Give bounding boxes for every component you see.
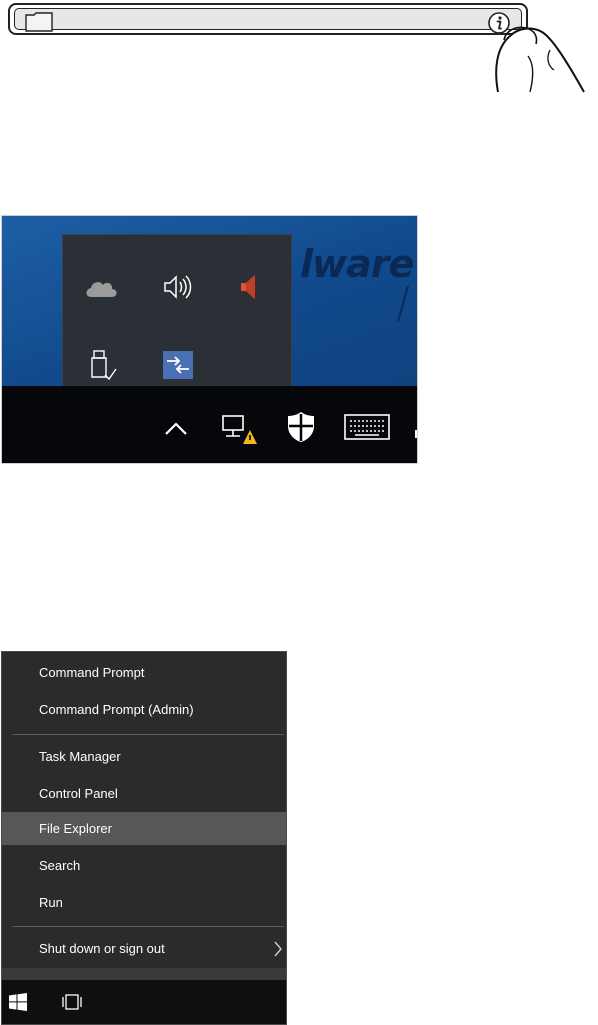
menu-item-label: File Explorer [39,821,112,836]
menu-item-label: Search [39,858,81,873]
menu-item-label: Run [39,895,63,910]
menu-item-command-prompt-admin[interactable]: Command Prompt (Admin) [2,693,286,726]
winx-power-menu: Command Prompt Command Prompt (Admin) Ta… [1,651,287,1025]
notification-area-screenshot: lware [1,215,418,464]
menu-item-label: Task Manager [39,749,121,764]
desktop-wallpaper-text: lware [300,242,414,286]
wallpaper-stroke [397,285,409,323]
taskbar-edge-indicator [415,430,417,438]
network-warning-icon[interactable] [220,412,258,446]
folder-icon [25,12,53,32]
windows-start-icon[interactable] [9,993,27,1011]
keyboard-icon[interactable] [343,412,391,442]
taskbar [2,386,417,463]
menu-separator [12,926,284,927]
menu-separator [12,734,284,735]
address-bar[interactable] [8,3,528,35]
address-field[interactable] [14,8,522,34]
menu-item-label: Command Prompt (Admin) [39,702,194,717]
menu-item-shut-down[interactable]: Shut down or sign out [2,932,286,965]
menu-item-label: Shut down or sign out [39,941,165,956]
app-arrows-icon[interactable] [157,345,197,385]
tray-overflow-panel [62,234,292,406]
security-shield-icon[interactable] [285,410,317,444]
mute-speaker-icon[interactable] [231,267,271,307]
chevron-up-icon[interactable] [162,416,190,440]
menu-item-command-prompt[interactable]: Command Prompt [2,656,286,689]
menu-item-search[interactable]: Search [2,849,286,882]
taskbar [2,980,286,1024]
menu-item-label: Command Prompt [39,665,145,680]
cloud-icon[interactable] [81,269,121,309]
chevron-right-icon [274,941,282,957]
speaker-icon[interactable] [157,267,197,307]
menu-item-run[interactable]: Run [2,886,286,919]
pointing-finger-icon [495,26,585,93]
task-view-icon[interactable] [61,993,83,1011]
usb-drive-icon[interactable] [81,345,121,385]
menu-item-task-manager[interactable]: Task Manager [2,740,286,773]
menu-item-label: Control Panel [39,786,118,801]
menu-item-control-panel[interactable]: Control Panel [2,777,286,810]
menu-item-file-explorer[interactable]: File Explorer [2,812,286,845]
menu-bottom-edge [2,968,286,980]
